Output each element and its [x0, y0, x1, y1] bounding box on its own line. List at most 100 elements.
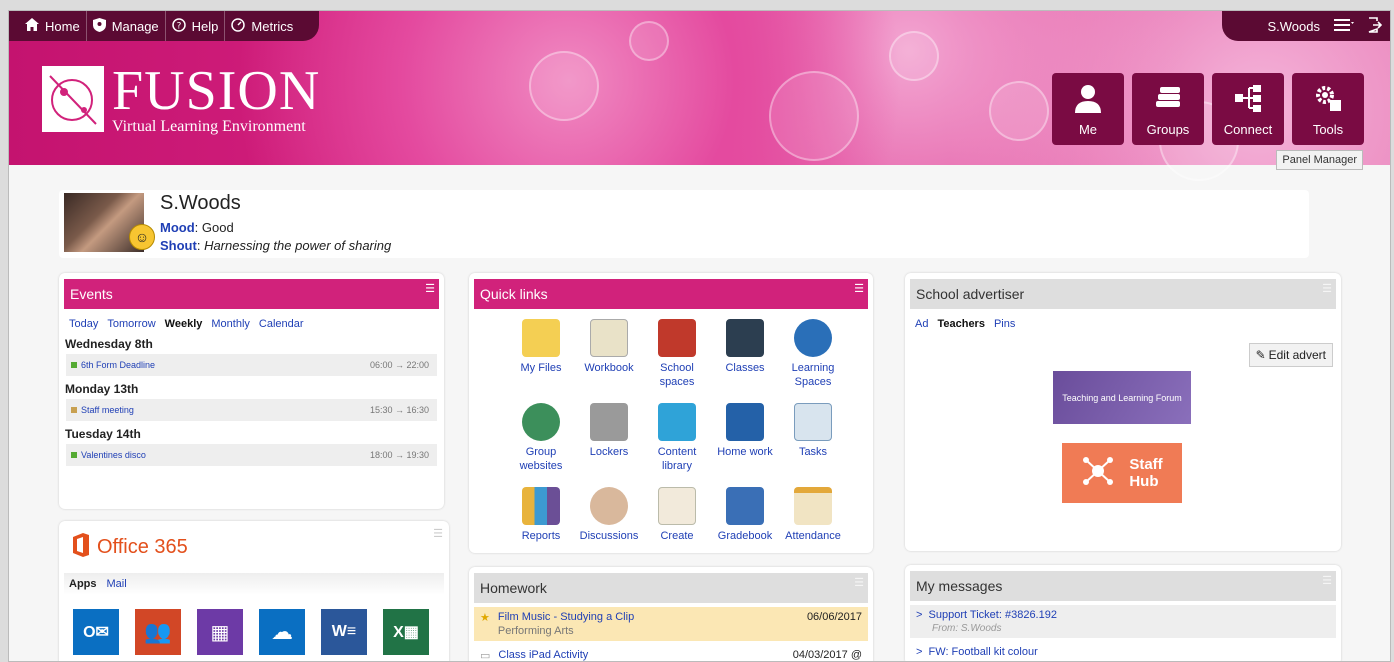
edit-advert-label: Edit advert: [1268, 348, 1326, 362]
tasks-clock-icon: [794, 403, 832, 441]
shield-icon: [92, 17, 106, 35]
ql-learning-spaces[interactable]: Learning Spaces: [779, 319, 847, 389]
quicklinks-panel: Quick links ☰ My Files Workbook School s…: [469, 273, 873, 553]
top-nav: Home Manage ? Help Metrics: [9, 11, 319, 41]
notepad-icon: [590, 319, 628, 357]
homework-item[interactable]: ★ Film Music - Studying a Clip Performin…: [474, 607, 868, 641]
ql-school-spaces[interactable]: School spaces: [643, 319, 711, 389]
nav-manage[interactable]: Manage: [87, 11, 166, 41]
homework-header: Homework ☰: [474, 573, 868, 603]
calendar-icon[interactable]: ▦: [197, 609, 243, 655]
ql-workbook[interactable]: Workbook: [575, 319, 643, 375]
tile-me-label: Me: [1078, 122, 1098, 137]
event-day: Wednesday 8th: [65, 337, 153, 351]
banner-staff-hub[interactable]: Staff Hub: [1062, 443, 1182, 503]
ql-reports[interactable]: Reports: [507, 487, 575, 543]
tile-me[interactable]: Me: [1052, 73, 1124, 145]
header-tiles: Me Groups Connect Tools: [1052, 73, 1364, 145]
ql-create[interactable]: Create: [643, 487, 711, 543]
events-tabs: Today Tomorrow Weekly Monthly Calendar: [59, 309, 444, 334]
ql-gradebook[interactable]: Gradebook: [711, 487, 779, 543]
advertiser-tabs: Ad Teachers Pins: [905, 309, 1341, 334]
office-title: Office 365: [97, 535, 188, 558]
event-item[interactable]: Staff meeting 15:30 → 16:30: [66, 399, 437, 421]
people-icon[interactable]: 👥: [135, 609, 181, 655]
ql-home-work[interactable]: Home work: [711, 403, 779, 459]
top-user-bar: S.Woods: [1222, 11, 1390, 41]
tile-groups-label: Groups: [1146, 122, 1190, 137]
message-item[interactable]: > Support Ticket: #3826.192 From: S.Wood…: [910, 605, 1336, 638]
office-logo-icon: [71, 532, 91, 562]
graduation-cap-icon: [726, 319, 764, 357]
nav-home[interactable]: Home: [19, 11, 87, 41]
advertiser-panel: School advertiser ☰ Ad Teachers Pins ✎ E…: [905, 273, 1341, 551]
fusion-logo[interactable]: FUSION Virtual Learning Environment: [42, 63, 320, 136]
office365-panel: Office 365 ☰ Apps Mail O✉ 👥 ▦ ☁ W≡ X▦: [59, 521, 449, 661]
panel-menu-icon[interactable]: ☰: [433, 527, 443, 540]
excel-icon[interactable]: X▦: [383, 609, 429, 655]
tile-connect[interactable]: Connect: [1212, 73, 1284, 145]
tab-today[interactable]: Today: [69, 318, 98, 330]
tile-groups[interactable]: Groups: [1132, 73, 1204, 145]
event-time: 18:00 → 19:30: [369, 450, 429, 460]
ql-group-websites[interactable]: Group websites: [507, 403, 575, 473]
user-name[interactable]: S.Woods: [1267, 19, 1320, 34]
gradebook-icon: [726, 487, 764, 525]
tile-tools[interactable]: Tools: [1292, 73, 1364, 145]
nav-home-label: Home: [45, 18, 80, 34]
event-item[interactable]: Valentines disco 18:00 → 19:30: [66, 444, 437, 466]
event-item[interactable]: 6th Form Deadline 06:00 → 22:00: [66, 354, 437, 376]
message-title: Support Ticket: #3826.192: [928, 609, 1057, 621]
ql-content-library[interactable]: Content library: [643, 403, 711, 473]
help-icon: ?: [171, 17, 186, 35]
event-day: Monday 13th: [65, 382, 139, 396]
homework-item-title: Film Music - Studying a Clip: [497, 611, 635, 623]
homework-item[interactable]: ▭ Class iPad Activity 04/03/2017 @: [474, 645, 868, 661]
ql-classes[interactable]: Classes: [711, 319, 779, 375]
edit-advert-button[interactable]: ✎ Edit advert: [1248, 343, 1333, 367]
nav-manage-label: Manage: [111, 18, 159, 34]
ql-attendance[interactable]: Attendance: [779, 487, 847, 543]
panel-menu-icon[interactable]: ☰: [1322, 282, 1332, 295]
logout-icon[interactable]: [1368, 16, 1383, 36]
ql-lockers[interactable]: Lockers: [575, 403, 643, 459]
event-time: 15:30 → 16:30: [369, 405, 429, 415]
message-item[interactable]: > FW: Football kit colour: [910, 642, 1336, 661]
tab-monthly[interactable]: Monthly: [211, 318, 250, 330]
panel-menu-icon[interactable]: ☰: [425, 282, 435, 295]
panel-menu-icon[interactable]: ☰: [854, 282, 864, 295]
tab-apps[interactable]: Apps: [69, 578, 97, 590]
homework-item-date: 04/03/2017 @: [792, 649, 862, 661]
tab-weekly[interactable]: Weekly: [165, 318, 203, 330]
panel-menu-icon[interactable]: ☰: [1322, 574, 1332, 587]
panel-menu-icon[interactable]: ☰: [854, 576, 864, 589]
tab-teachers[interactable]: Teachers: [937, 318, 985, 330]
tab-tomorrow[interactable]: Tomorrow: [107, 318, 155, 330]
globe-star-icon: [794, 319, 832, 357]
word-icon[interactable]: W≡: [321, 609, 367, 655]
profile-name: S.Woods: [160, 192, 241, 214]
star-icon: ★: [480, 612, 490, 624]
nav-metrics[interactable]: Metrics: [225, 11, 299, 41]
tab-calendar[interactable]: Calendar: [259, 318, 304, 330]
tab-pins[interactable]: Pins: [994, 318, 1015, 330]
menu-icon[interactable]: [1334, 18, 1354, 35]
outlook-icon[interactable]: O✉: [73, 609, 119, 655]
profile-shout: Shout: Harnessing the power of sharing: [160, 238, 392, 253]
event-day: Tuesday 14th: [65, 427, 141, 441]
messages-panel: My messages ☰ > Support Ticket: #3826.19…: [905, 565, 1341, 661]
ql-my-files[interactable]: My Files: [507, 319, 575, 375]
advertiser-title: School advertiser: [916, 286, 1025, 302]
homework-title: Homework: [480, 580, 547, 596]
homework-panel: Homework ☰ ★ Film Music - Studying a Cli…: [469, 567, 873, 661]
event-color-icon: [71, 407, 77, 413]
onedrive-icon[interactable]: ☁: [259, 609, 305, 655]
banner-teaching-forum[interactable]: Teaching and Learning Forum: [1053, 371, 1191, 424]
profile-card: ☺ S.Woods Mood: Good Shout: Harnessing t…: [59, 190, 1309, 258]
ql-tasks[interactable]: Tasks: [779, 403, 847, 459]
nav-help[interactable]: ? Help: [166, 11, 226, 41]
tab-mail[interactable]: Mail: [107, 578, 127, 590]
ql-discussions[interactable]: Discussions: [575, 487, 643, 543]
tab-ad[interactable]: Ad: [915, 318, 928, 330]
shout-label: Shout: [160, 238, 197, 253]
